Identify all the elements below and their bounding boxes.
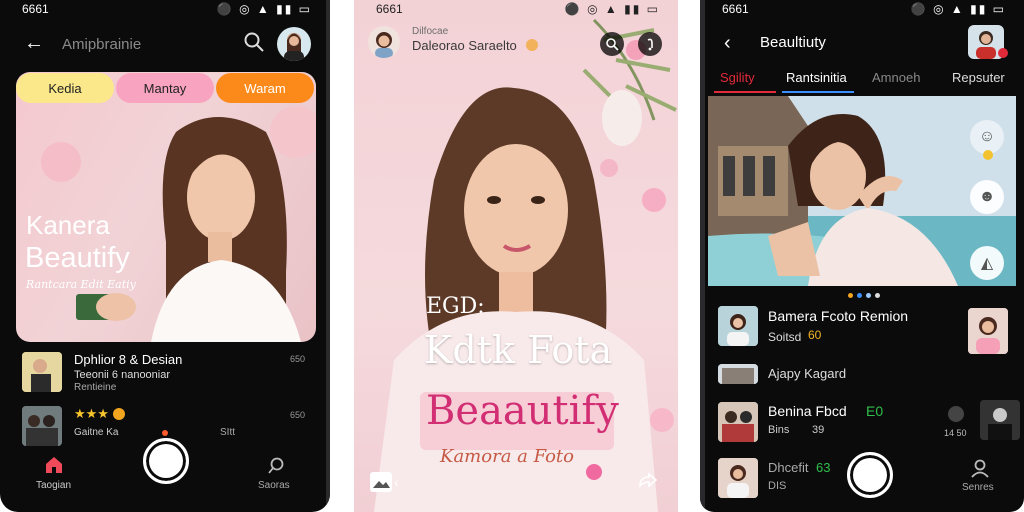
- share-icon[interactable]: [636, 472, 658, 497]
- verified-badge-icon: [526, 39, 538, 51]
- hero-title-line1: Kanera: [26, 210, 110, 240]
- profile-nav-icon[interactable]: [970, 458, 990, 483]
- list-thumb: [22, 406, 62, 446]
- brand-subtitle: Kamora a Foto: [440, 446, 575, 467]
- tab-repsuter[interactable]: Repsuter: [952, 70, 1005, 85]
- profile-name: Dilfocae: [412, 26, 449, 37]
- status-time: 6661: [376, 2, 403, 16]
- list-thumb: [718, 364, 758, 384]
- status-icons: ⚫ ◎ ▲ ▮▮ ▭: [564, 2, 660, 16]
- gallery-icon[interactable]: [370, 472, 392, 492]
- music-icon[interactable]: [586, 464, 602, 480]
- phone-center: 6661 ⚫ ◎ ▲ ▮▮ ▭ Dilfocae Daleorao Sarael…: [354, 0, 678, 512]
- list-thumb-right: [968, 308, 1008, 354]
- list-item-meta-mid: SItt: [220, 427, 236, 438]
- record-icon[interactable]: [948, 406, 964, 422]
- list-thumb: [718, 402, 758, 442]
- chevron-left-icon[interactable]: ‹: [394, 474, 399, 490]
- search-icon[interactable]: [243, 31, 265, 58]
- coin-icon: [983, 150, 993, 160]
- status-time: 6661: [722, 2, 749, 16]
- list-item-title-accent: E0: [866, 403, 884, 419]
- notification-badge: [998, 48, 1008, 58]
- status-time: 6661: [22, 2, 49, 16]
- status-icons: ⚫ ◎ ▲ ▮▮ ▭: [910, 2, 1006, 16]
- status-bar: 6661 ⚫ ◎ ▲ ▮▮ ▭: [354, 2, 678, 18]
- device-frame: [700, 0, 705, 512]
- profile-subtitle: Daleorao Saraelto: [412, 38, 517, 53]
- phone-right: 6661 ⚫ ◎ ▲ ▮▮ ▭ ‹ Beaultiuty Sgility Ran…: [700, 0, 1024, 512]
- back-arrow-icon[interactable]: ←: [24, 32, 44, 55]
- status-bar: 6661 ⚫ ◎ ▲ ▮▮ ▭: [700, 2, 1024, 18]
- page-title: Beaultiuty: [760, 34, 826, 51]
- list-item-title: Ajapy Kagard: [768, 366, 847, 381]
- phone-left: 6661 ⚫ ◎ ▲ ▮▮ ▭ ← Amipbrainie Kanera Bea…: [0, 0, 330, 512]
- options-icon[interactable]: [638, 32, 662, 56]
- list-item-title: Bamera Fcoto Remion: [768, 308, 909, 324]
- tab-rantsinitia[interactable]: Rantsinitia: [786, 70, 847, 85]
- list-thumb: [718, 458, 758, 498]
- list-item-subtitle: Bins: [768, 424, 790, 436]
- search-icon[interactable]: [266, 456, 286, 481]
- home-icon[interactable]: [44, 456, 64, 474]
- filter-pill-kedia[interactable]: Kedia: [16, 73, 114, 103]
- filter-pill-mantay[interactable]: Mantay: [116, 73, 214, 103]
- device-frame: [326, 0, 330, 512]
- list-item[interactable]: ★★★ Gaitne Ka SItt 650: [22, 402, 322, 446]
- tab-underline-active: [714, 91, 776, 93]
- list-item-subtitle: DIS: [768, 480, 787, 492]
- profile-action-icon[interactable]: ☻: [970, 180, 1004, 214]
- avatar[interactable]: [277, 27, 311, 61]
- overlay-title: Kdtk Fota: [424, 328, 613, 372]
- hero-subtitle: Rantcara Edit Eatiy: [26, 278, 136, 291]
- list-item-title-accent: 63: [816, 460, 831, 475]
- list-item[interactable]: Bamera Fcoto Remion Soitsd 60: [716, 306, 1016, 354]
- back-arrow-icon[interactable]: ‹: [724, 32, 731, 55]
- list-item-meta: 14 50: [944, 428, 967, 438]
- carousel-dots: [848, 293, 880, 298]
- shutter-button[interactable]: [143, 438, 189, 484]
- list-item-subtitle-meta: 39: [812, 424, 825, 436]
- coin-icon: [113, 408, 125, 420]
- portrait-image: [41, 106, 316, 342]
- list-thumb: [22, 352, 62, 392]
- bottom-nav: Taogian Saoras: [0, 438, 330, 512]
- status-dot: [162, 430, 168, 436]
- rating-stars: ★★★: [74, 406, 109, 421]
- shutter-button[interactable]: [847, 452, 893, 498]
- hero-title-line2: Beautify: [25, 242, 130, 274]
- tab-amnoeh[interactable]: Amnoeh: [872, 70, 920, 85]
- brand-title: Beaautify: [426, 388, 619, 434]
- nav-label-search[interactable]: Saoras: [258, 480, 290, 491]
- status-icons: ⚫ ◎ ▲ ▮▮ ▭: [216, 2, 312, 16]
- list-item-subtitle: Gaitne Ka: [74, 427, 119, 438]
- list-item-meta: 650: [290, 354, 306, 364]
- avatar[interactable]: [368, 26, 400, 58]
- zoom-icon[interactable]: [600, 32, 624, 56]
- status-bar: 6661 ⚫ ◎ ▲ ▮▮ ▭: [0, 2, 330, 18]
- nav-label-home[interactable]: Taogian: [36, 480, 71, 491]
- list-item-subtitle: Teeonii 6 nanooniar: [74, 369, 171, 381]
- tab-underline: [782, 91, 854, 93]
- page-title: Amipbrainie: [62, 36, 142, 53]
- edit-action-icon[interactable]: ◭: [970, 246, 1004, 280]
- list-item[interactable]: Ajapy Kagard: [716, 362, 1016, 386]
- list-item-title: Dhcefit: [768, 460, 809, 475]
- hero-card[interactable]: Kanera Beautify Rantcara Edit Eatiy: [16, 72, 316, 342]
- list-item-detail: Rentieine: [74, 382, 117, 393]
- list-thumb-right: [980, 400, 1020, 440]
- list-item-title: Dphlior 8 & Desian: [74, 352, 183, 367]
- list-thumb: [718, 306, 758, 346]
- tab-sgility[interactable]: Sgility: [720, 70, 755, 85]
- sticker-icon[interactable]: ☺: [970, 120, 1004, 154]
- list-item-badge: 60: [808, 328, 822, 342]
- list-item[interactable]: Dphlior 8 & Desian Teeonii 6 nanooniar R…: [22, 352, 322, 393]
- filter-pill-waram[interactable]: Waram: [216, 73, 314, 103]
- list-item-meta: 650: [290, 410, 306, 420]
- nav-label-profile[interactable]: Senres: [962, 482, 994, 493]
- list-item-title: Benina Fbcd: [768, 403, 847, 419]
- overlay-tag: EGD:: [426, 294, 485, 319]
- list-item[interactable]: Benina Fbcd E0 Bins 39 14 50: [716, 400, 1020, 444]
- list-item-subtitle: Soitsd: [768, 330, 802, 344]
